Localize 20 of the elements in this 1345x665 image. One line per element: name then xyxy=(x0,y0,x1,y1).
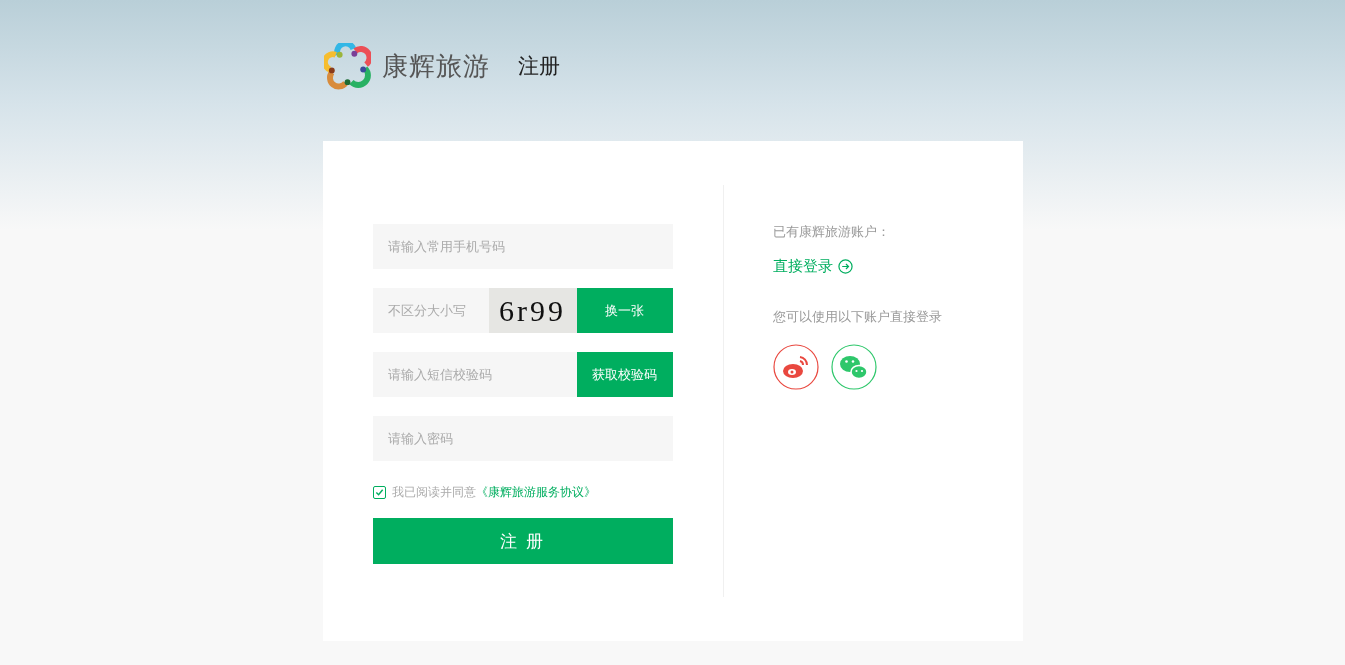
phone-input-field[interactable]: 请输入常用手机号码 xyxy=(372,224,673,269)
captcha-input-field[interactable]: 不区分大小写 xyxy=(372,288,489,333)
flower-logo-icon xyxy=(323,42,371,90)
get-code-button[interactable]: 获取校验码 xyxy=(576,352,673,397)
brand-name: 康辉旅游 xyxy=(381,49,490,83)
weibo-icon[interactable] xyxy=(772,344,819,390)
agreement-text: 我已阅读并同意 xyxy=(391,483,476,501)
social-login-hint: 您可以使用以下账户直接登录 xyxy=(772,308,942,326)
wechat-icon[interactable] xyxy=(830,344,877,390)
captcha-image: 6r99 xyxy=(488,288,577,333)
have-account-text: 已有康辉旅游账户： xyxy=(772,223,890,241)
password-input-field[interactable]: 请输入密码 xyxy=(372,416,673,461)
agreement-checkbox[interactable] xyxy=(372,485,386,499)
register-button[interactable]: 注 册 xyxy=(372,518,673,564)
sms-code-input-field[interactable]: 请输入短信校验码 xyxy=(372,352,577,397)
login-link[interactable]: 直接登录 xyxy=(772,257,853,276)
refresh-captcha-button[interactable]: 换一张 xyxy=(576,288,673,333)
arrow-circle-icon xyxy=(837,259,853,274)
page-title: 注册 xyxy=(517,53,560,80)
agreement-link[interactable]: 《康辉旅游服务协议》 xyxy=(475,483,596,501)
